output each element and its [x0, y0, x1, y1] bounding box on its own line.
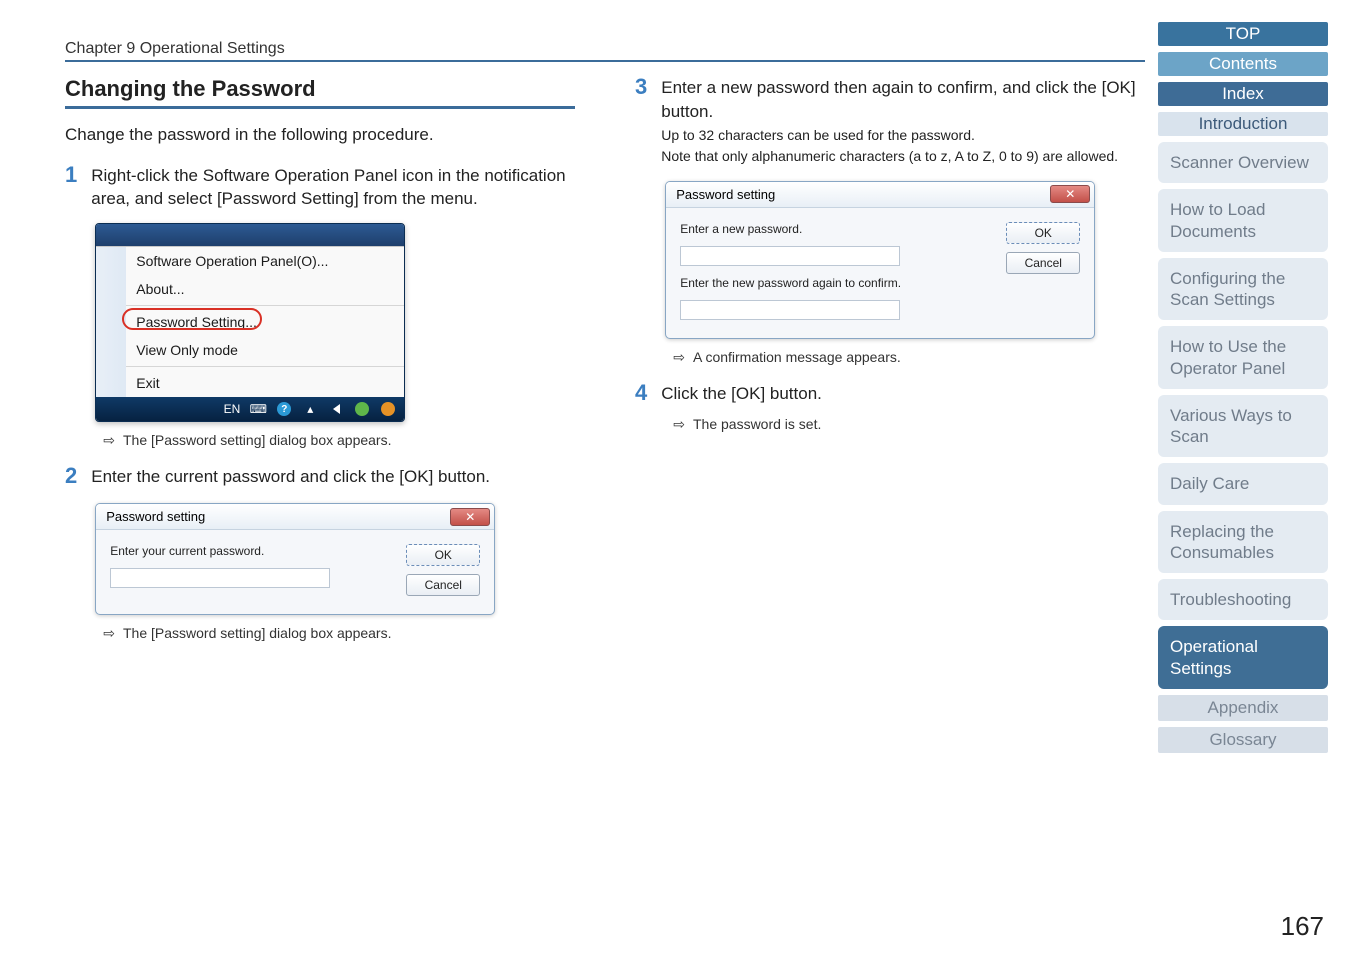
- dialog-label: Enter the new password again to confirm.: [680, 276, 988, 290]
- chapter-rule: [65, 60, 1145, 62]
- section-underline: [65, 106, 575, 109]
- status-icon: [354, 401, 370, 417]
- step-text: Right-click the Software Operation Panel…: [91, 164, 575, 212]
- step-text: Enter the current password and click the…: [91, 465, 575, 489]
- menu-item-exit[interactable]: Exit: [126, 369, 404, 397]
- section-title: Changing the Password: [65, 76, 575, 102]
- step-result: The [Password setting] dialog box appear…: [123, 432, 392, 449]
- page-content: Chapter 9 Operational Settings Changing …: [65, 40, 1145, 642]
- menu-item-password-setting[interactable]: Password Setting...: [126, 308, 404, 336]
- menu-item-view-only[interactable]: View Only mode: [126, 336, 404, 364]
- cancel-button[interactable]: Cancel: [1006, 252, 1080, 274]
- sidebar-item-scan-settings[interactable]: Configuring the Scan Settings: [1158, 258, 1328, 321]
- sidebar-item-load-documents[interactable]: How to Load Documents: [1158, 189, 1328, 252]
- step-result: A confirmation message appears.: [693, 349, 901, 366]
- sidebar-nav: TOP Contents Index Introduction Scanner …: [1158, 22, 1328, 753]
- help-icon: ?: [276, 401, 292, 417]
- right-column: 3 Enter a new password then again to con…: [635, 76, 1145, 642]
- result-arrow-icon: ⇨: [103, 625, 115, 642]
- sidebar-top[interactable]: TOP: [1158, 22, 1328, 46]
- window-titlebar: [96, 224, 404, 246]
- step-result: The [Password setting] dialog box appear…: [123, 625, 392, 642]
- menu-separator: [126, 366, 404, 367]
- sidebar-item-consumables[interactable]: Replacing the Consumables: [1158, 511, 1328, 574]
- left-column: Changing the Password Change the passwor…: [65, 76, 575, 642]
- close-icon[interactable]: ✕: [1050, 185, 1090, 203]
- step-number: 2: [65, 465, 77, 642]
- info-icon: [380, 401, 396, 417]
- confirm-password-input[interactable]: [680, 300, 900, 320]
- sidebar-item-scanner-overview[interactable]: Scanner Overview: [1158, 142, 1328, 183]
- step-result: The password is set.: [693, 416, 821, 433]
- sidebar-appendix[interactable]: Appendix: [1158, 695, 1328, 721]
- dialog-title: Password setting: [676, 187, 775, 202]
- result-arrow-icon: ⇨: [673, 349, 685, 366]
- dialog-label: Enter your current password.: [110, 544, 388, 558]
- language-indicator: EN: [224, 402, 241, 416]
- step-3: 3 Enter a new password then again to con…: [635, 76, 1145, 366]
- sidebar-item-daily-care[interactable]: Daily Care: [1158, 463, 1328, 504]
- intro-text: Change the password in the following pro…: [65, 123, 575, 148]
- ok-button[interactable]: OK: [1006, 222, 1080, 244]
- password-dialog-new: Password setting ✕ Enter a new password.…: [665, 181, 1095, 339]
- step-4: 4 Click the [OK] button. ⇨ The password …: [635, 382, 1145, 433]
- sidebar-item-troubleshooting[interactable]: Troubleshooting: [1158, 579, 1328, 620]
- step-text: Enter a new password then again to confi…: [661, 76, 1145, 124]
- step-text: Click the [OK] button.: [661, 382, 1145, 406]
- keyboard-icon: ⌨: [250, 401, 266, 417]
- menu-gutter: [96, 247, 126, 397]
- password-dialog-current: Password setting ✕ Enter your current pa…: [95, 503, 495, 615]
- dialog-label: Enter a new password.: [680, 222, 988, 236]
- sidebar-item-operational-settings[interactable]: Operational Settings: [1158, 626, 1328, 689]
- menu-item-label: Password Setting...: [136, 314, 257, 330]
- chevron-up-icon: ▴: [302, 401, 318, 417]
- sidebar-introduction[interactable]: Introduction: [1158, 112, 1328, 136]
- current-password-input[interactable]: [110, 568, 330, 588]
- menu-separator: [126, 305, 404, 306]
- close-icon[interactable]: ✕: [450, 508, 490, 526]
- context-menu-figure: Software Operation Panel(O)... About... …: [95, 223, 405, 422]
- sidebar-item-various-ways[interactable]: Various Ways to Scan: [1158, 395, 1328, 458]
- chapter-header: Chapter 9 Operational Settings: [65, 40, 1145, 58]
- step-1: 1 Right-click the Software Operation Pan…: [65, 164, 575, 450]
- step-number: 3: [635, 76, 647, 366]
- menu-item-sop[interactable]: Software Operation Panel(O)...: [126, 247, 404, 275]
- sidebar-item-operator-panel[interactable]: How to Use the Operator Panel: [1158, 326, 1328, 389]
- page-number: 167: [1281, 911, 1324, 942]
- sidebar-index[interactable]: Index: [1158, 82, 1328, 106]
- step-number: 1: [65, 164, 77, 450]
- new-password-input[interactable]: [680, 246, 900, 266]
- step-note: Note that only alphanumeric characters (…: [661, 147, 1145, 167]
- sidebar-contents[interactable]: Contents: [1158, 52, 1328, 76]
- ok-button[interactable]: OK: [406, 544, 480, 566]
- sidebar-glossary[interactable]: Glossary: [1158, 727, 1328, 753]
- result-arrow-icon: ⇨: [103, 432, 115, 449]
- result-arrow-icon: ⇨: [673, 416, 685, 433]
- back-icon: [328, 401, 344, 417]
- step-2: 2 Enter the current password and click t…: [65, 465, 575, 642]
- cancel-button[interactable]: Cancel: [406, 574, 480, 596]
- dialog-title: Password setting: [106, 509, 205, 524]
- step-note: Up to 32 characters can be used for the …: [661, 126, 1145, 146]
- notification-area: EN ⌨ ? ▴: [96, 397, 404, 421]
- menu-item-about[interactable]: About...: [126, 275, 404, 303]
- step-number: 4: [635, 382, 647, 433]
